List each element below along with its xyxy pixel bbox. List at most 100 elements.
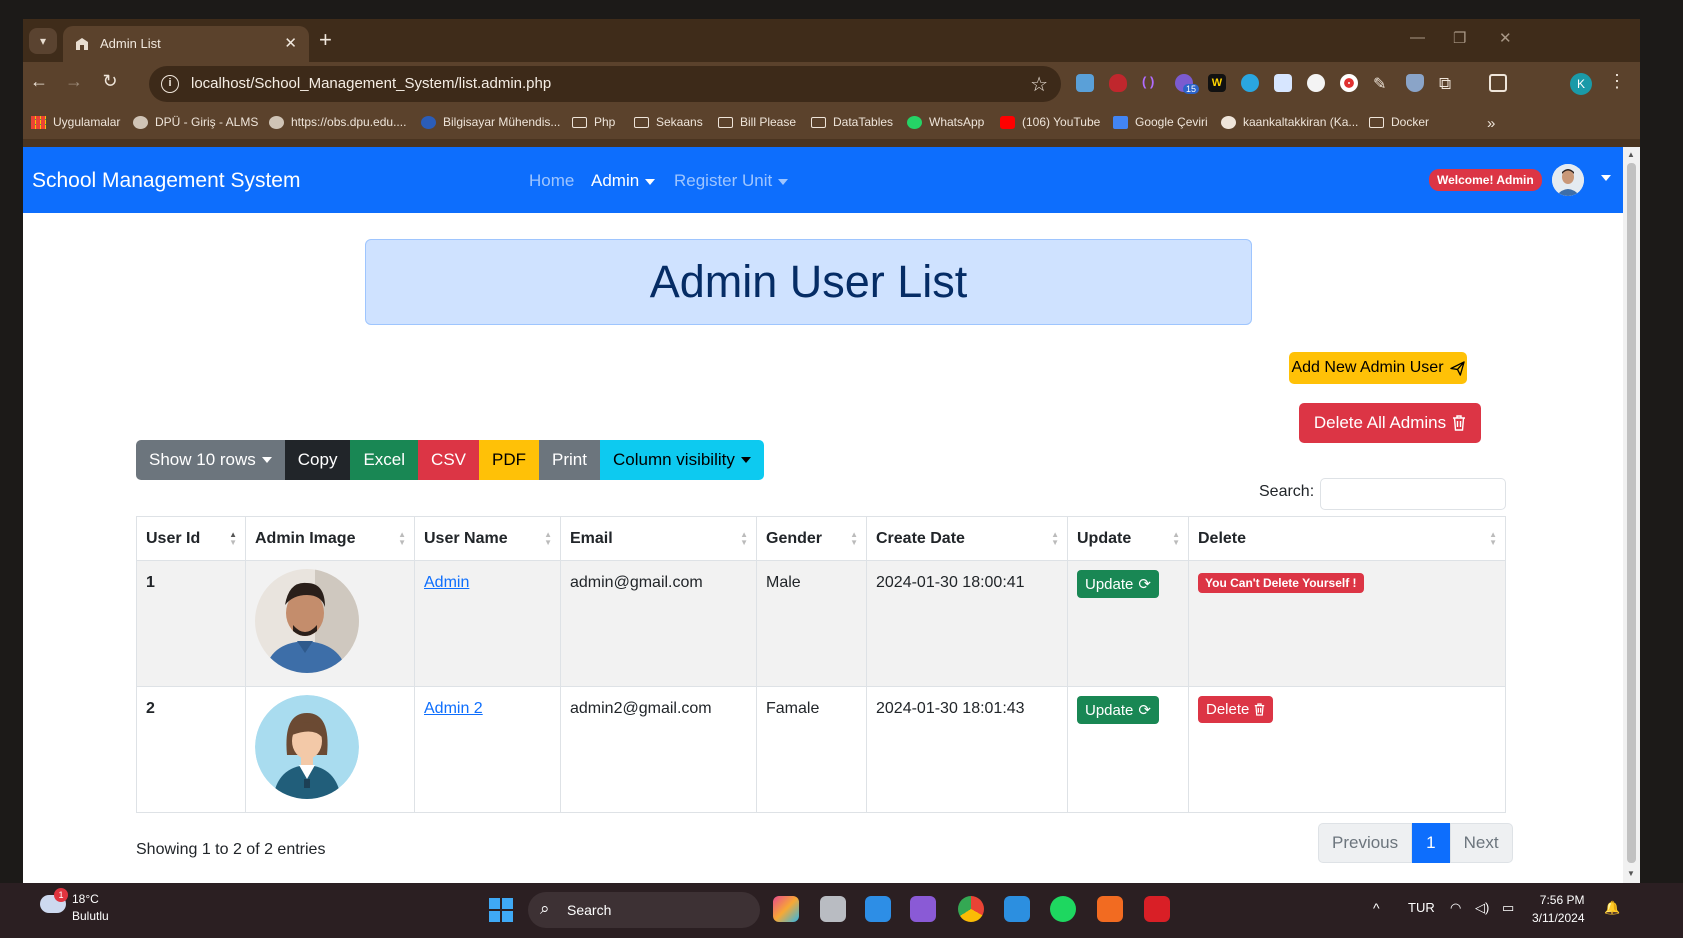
column-header-delete[interactable]: Delete ▲ ▼ bbox=[1188, 516, 1506, 561]
xampp-icon[interactable] bbox=[1097, 896, 1123, 922]
volume-icon[interactable]: ◁) bbox=[1475, 900, 1489, 916]
extension-doc-icon[interactable] bbox=[1274, 74, 1292, 92]
column-header-user-id[interactable]: User Id ▲ ▼ bbox=[136, 516, 246, 561]
bookmark-alms[interactable]: DPÜ - Giriş - ALMS bbox=[133, 115, 258, 129]
user-menu-chevron-icon[interactable] bbox=[1601, 175, 1611, 181]
bookmark-docker[interactable]: Docker bbox=[1369, 115, 1429, 129]
excel-button[interactable]: Excel bbox=[350, 440, 419, 480]
bookmark-apps[interactable]: Uygulamalar bbox=[31, 115, 120, 129]
restore-icon[interactable]: ❐ bbox=[1453, 29, 1466, 47]
update-button[interactable]: Update ⟳ bbox=[1077, 696, 1159, 724]
mail-icon[interactable] bbox=[1004, 896, 1030, 922]
update-button[interactable]: Update ⟳ bbox=[1077, 570, 1159, 598]
extension-white-icon[interactable] bbox=[1307, 74, 1325, 92]
vscode-icon[interactable] bbox=[865, 896, 891, 922]
bookmark-google-translate[interactable]: Google Çeviri bbox=[1113, 115, 1208, 129]
record-icon[interactable] bbox=[1340, 74, 1358, 92]
column-header-user-name[interactable]: User Name ▲ ▼ bbox=[414, 516, 561, 561]
bookmark-youtube[interactable]: (106) YouTube bbox=[1000, 115, 1100, 129]
tab-close-icon[interactable]: ✕ bbox=[284, 34, 297, 52]
pagination-next[interactable]: Next bbox=[1449, 823, 1513, 863]
forward-arrow-icon[interactable]: → bbox=[60, 71, 88, 92]
extension-pencil-icon[interactable] bbox=[1076, 74, 1094, 92]
delete-button[interactable]: Delete bbox=[1198, 696, 1274, 723]
extensions-puzzle-icon[interactable]: ⧉ bbox=[1439, 74, 1457, 93]
extension-blue-icon[interactable] bbox=[1241, 74, 1259, 92]
trash-icon bbox=[1453, 415, 1466, 431]
search-input[interactable] bbox=[1320, 478, 1506, 510]
delete-all-admins-button[interactable]: Delete All Admins bbox=[1299, 403, 1481, 443]
column-header-update[interactable]: Update ▲ ▼ bbox=[1067, 516, 1189, 561]
pagination-previous[interactable]: Previous bbox=[1318, 823, 1413, 863]
input-language[interactable]: TUR bbox=[1408, 900, 1435, 915]
navbar-brand[interactable]: School Management System bbox=[32, 169, 300, 193]
weather-description[interactable]: Bulutlu bbox=[72, 909, 109, 923]
weather-temperature[interactable]: 18°C bbox=[72, 892, 99, 906]
bookmark-github[interactable]: kaankaltakkiran (Ka... bbox=[1221, 115, 1358, 129]
address-bar[interactable]: i localhost/School_Management_System/lis… bbox=[149, 66, 1061, 102]
battery-icon[interactable]: ▭ bbox=[1502, 900, 1514, 916]
bookmark-whatsapp[interactable]: WhatsApp bbox=[907, 115, 984, 129]
scroll-down-icon[interactable]: ▼ bbox=[1627, 869, 1635, 878]
more-bookmarks-icon[interactable]: » bbox=[1487, 115, 1495, 132]
page-length-button[interactable]: Show 10 rows bbox=[136, 440, 285, 480]
user-name-link[interactable]: Admin 2 bbox=[424, 700, 483, 717]
column-header-gender[interactable]: Gender ▲ ▼ bbox=[756, 516, 867, 561]
column-header-admin-image[interactable]: Admin Image ▲ ▼ bbox=[245, 516, 415, 561]
site-info-icon[interactable]: i bbox=[161, 75, 179, 93]
column-header-create-date[interactable]: Create Date ▲ ▼ bbox=[866, 516, 1068, 561]
nav-register-unit[interactable]: Register Unit bbox=[674, 171, 789, 191]
url-text[interactable]: localhost/School_Management_System/list.… bbox=[191, 75, 551, 92]
minimize-icon[interactable]: — bbox=[1410, 29, 1425, 46]
back-arrow-icon[interactable]: ← bbox=[25, 71, 53, 92]
print-button[interactable]: Print bbox=[539, 440, 600, 480]
bookmark-datatables[interactable]: DataTables bbox=[811, 115, 893, 129]
csv-button[interactable]: CSV bbox=[418, 440, 480, 480]
bookmark-sekaans[interactable]: Sekaans bbox=[634, 115, 703, 129]
extension-brackets-icon[interactable]: ( ) bbox=[1142, 74, 1160, 92]
taskbar-search[interactable]: ⌕ Search bbox=[528, 892, 760, 928]
reload-icon[interactable]: ↻ bbox=[96, 71, 124, 92]
copilot-icon[interactable] bbox=[773, 896, 799, 922]
new-tab-button[interactable]: + bbox=[319, 27, 332, 53]
page-scrollbar[interactable]: ▲ ▼ bbox=[1623, 147, 1640, 883]
tab-admin-list[interactable]: Admin List ✕ bbox=[63, 26, 309, 62]
column-visibility-button[interactable]: Column visibility bbox=[599, 440, 764, 480]
browser-menu-icon[interactable]: ⋮ bbox=[1608, 71, 1626, 92]
visual-studio-icon[interactable] bbox=[910, 896, 936, 922]
nav-admin[interactable]: Admin bbox=[591, 171, 656, 191]
scroll-thumb[interactable] bbox=[1627, 163, 1636, 863]
column-label: Gender bbox=[766, 529, 823, 547]
add-admin-button[interactable]: Add New Admin User bbox=[1289, 352, 1467, 384]
pagination-page-1[interactable]: 1 bbox=[1412, 823, 1450, 863]
column-header-email[interactable]: Email ▲ ▼ bbox=[560, 516, 757, 561]
bookmark-bilgisayar[interactable]: Bilgisayar Mühendis... bbox=[421, 115, 560, 129]
user-name-link[interactable]: Admin bbox=[424, 574, 469, 591]
bookmark-bill-please[interactable]: Bill Please bbox=[718, 115, 796, 129]
profile-avatar[interactable]: K bbox=[1570, 73, 1592, 95]
pdf-button[interactable]: PDF bbox=[479, 440, 540, 480]
ublock-icon[interactable] bbox=[1109, 74, 1127, 92]
bookmark-star-icon[interactable]: ☆ bbox=[1030, 72, 1048, 97]
wappalyzer-icon[interactable]: W bbox=[1208, 74, 1226, 92]
spotify-icon[interactable] bbox=[1050, 896, 1076, 922]
shield-icon[interactable] bbox=[1406, 74, 1424, 92]
task-view-icon[interactable] bbox=[820, 896, 846, 922]
bookmark-php[interactable]: Php bbox=[572, 115, 615, 129]
bookmark-obs[interactable]: https://obs.dpu.edu.... bbox=[269, 115, 406, 129]
notification-bell-icon[interactable]: 🔔 bbox=[1604, 900, 1620, 916]
eyedropper-icon[interactable]: ✎ bbox=[1373, 74, 1391, 93]
windows-start-icon[interactable] bbox=[489, 898, 513, 922]
side-panel-icon[interactable] bbox=[1489, 74, 1507, 92]
chrome-icon[interactable] bbox=[958, 896, 984, 922]
nav-home[interactable]: Home bbox=[529, 171, 574, 191]
wifi-icon[interactable]: ◠ bbox=[1450, 900, 1461, 916]
user-avatar[interactable] bbox=[1552, 164, 1584, 196]
tray-overflow-icon[interactable]: ^ bbox=[1373, 900, 1380, 916]
ssms-icon[interactable] bbox=[1144, 896, 1170, 922]
tab-search-button[interactable]: ▾ bbox=[29, 28, 57, 54]
window-close-icon[interactable]: ✕ bbox=[1499, 29, 1512, 47]
copy-button[interactable]: Copy bbox=[284, 440, 351, 480]
system-clock[interactable]: 7:56 PM 3/11/2024 bbox=[1532, 891, 1585, 927]
scroll-up-icon[interactable]: ▲ bbox=[1627, 150, 1635, 159]
